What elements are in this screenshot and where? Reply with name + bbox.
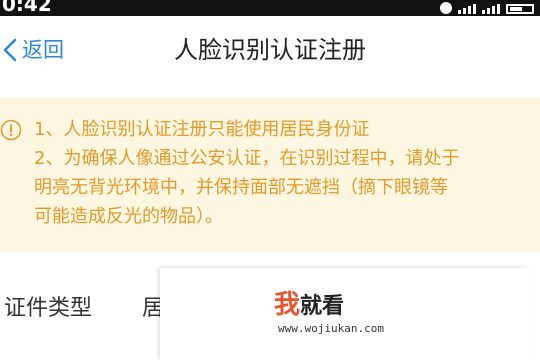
- status-bar: 0:42: [0, 0, 540, 16]
- watermark-brand: 我就看: [274, 290, 344, 322]
- notice-line: 2、为确保人像通过公安认证，在识别过程中，请处于: [34, 148, 460, 169]
- nav-bar: 返回 人脸识别认证注册: [0, 16, 540, 86]
- watermark-brand-rest: 就看: [300, 294, 345, 319]
- notice-line: 可能造成反光的物品）。: [34, 206, 223, 227]
- alarm-icon: [440, 2, 452, 14]
- battery-icon: [506, 4, 534, 14]
- page-title: 人脸识别认证注册: [174, 36, 366, 64]
- status-time: 0:42: [2, 0, 52, 16]
- notice-text: 1、人脸识别认证注册只能使用居民身份证 2、为确保人像通过公安认证，在识别过程中…: [34, 115, 534, 231]
- id-type-label: 证件类型: [4, 296, 93, 321]
- notice-line: 1、人脸识别认证注册只能使用居民身份证: [34, 119, 370, 140]
- watermark-url: www.wojiukan.com: [278, 322, 384, 335]
- watermark: 我就看 www.wojiukan.com: [160, 268, 528, 360]
- status-icons: [440, 2, 534, 14]
- info-icon: [0, 119, 22, 141]
- signal-icon-2: [482, 4, 500, 14]
- notice-banner: 1、人脸识别认证注册只能使用居民身份证 2、为确保人像通过公安认证，在识别过程中…: [0, 98, 540, 252]
- watermark-brand-accent: 我: [274, 290, 301, 320]
- notice-line: 明亮无背光环境中，并保持面部无遮挡（摘下眼镜等: [34, 177, 448, 198]
- app-screen: 0:42 返回 人脸识别认证注册 1、人脸识别认证注册只能使用居民身份证 2、为…: [0, 0, 540, 360]
- signal-icon: [458, 4, 476, 14]
